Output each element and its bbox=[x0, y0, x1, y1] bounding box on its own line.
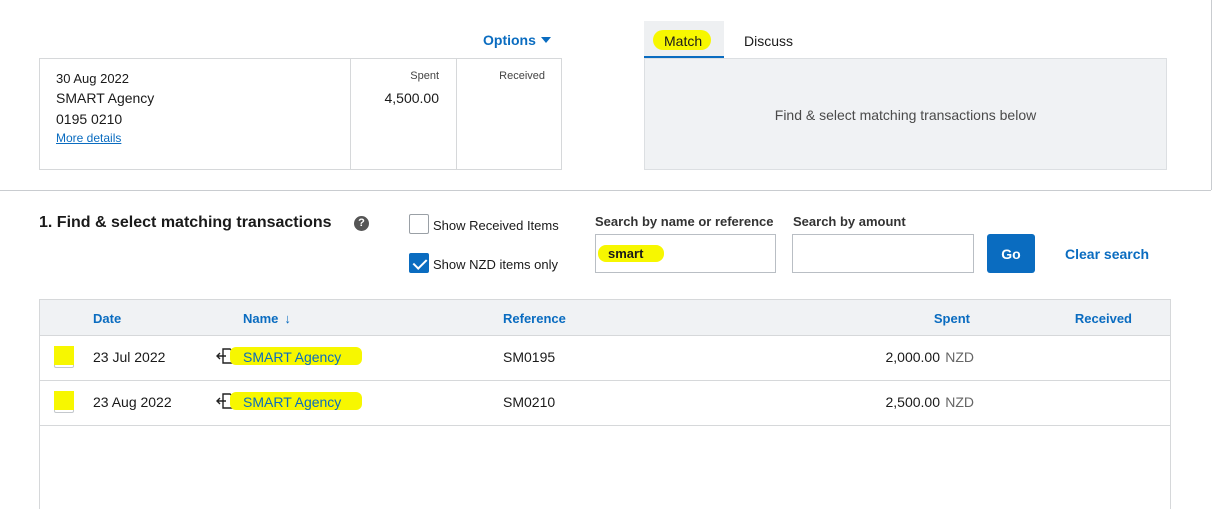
options-dropdown[interactable]: Options bbox=[483, 32, 551, 48]
tab-match[interactable]: Match bbox=[644, 21, 724, 58]
row-checkbox[interactable] bbox=[54, 346, 74, 368]
spent-label: Spent bbox=[410, 70, 439, 82]
row-name-link[interactable]: SMART Agency bbox=[243, 349, 341, 365]
row-spent: 2,500.00 bbox=[885, 394, 941, 410]
statement-date: 30 Aug 2022 bbox=[56, 71, 130, 86]
row-date: 23 Aug 2022 bbox=[93, 394, 172, 410]
show-nzd-checkbox[interactable] bbox=[409, 253, 429, 273]
show-nzd-label[interactable]: Show NZD items only bbox=[433, 257, 558, 272]
row-currency: NZD bbox=[945, 349, 974, 365]
row-date: 23 Jul 2022 bbox=[93, 349, 166, 365]
show-received-label[interactable]: Show Received Items bbox=[433, 218, 559, 233]
highlight-mark bbox=[54, 391, 74, 410]
row-reference: SM0195 bbox=[503, 349, 556, 365]
find-section-title: 1. Find & select matching transactions bbox=[39, 214, 332, 231]
search-name-field[interactable] bbox=[595, 234, 776, 273]
caret-down-icon bbox=[540, 37, 551, 43]
statement-payee: SMART Agency bbox=[56, 90, 155, 106]
vertical-divider bbox=[1211, 0, 1212, 190]
spent-value: 4,500.00 bbox=[384, 90, 440, 106]
column-divider bbox=[456, 59, 457, 169]
sort-arrow-down-icon: ↓ bbox=[284, 311, 291, 326]
search-amount-field[interactable] bbox=[792, 234, 974, 273]
column-header-name[interactable]: Name ↓ bbox=[243, 311, 291, 326]
column-header-spent[interactable]: Spent bbox=[934, 311, 970, 326]
tab-discuss[interactable]: Discuss bbox=[744, 33, 793, 49]
row-reference: SM0210 bbox=[503, 394, 556, 410]
match-panel-message: Find & select matching transactions belo… bbox=[774, 107, 1037, 123]
search-name-input[interactable] bbox=[596, 235, 775, 272]
transactions-table: Date Name ↓ Reference Spent Received 23 J… bbox=[39, 299, 1171, 509]
table-row[interactable]: 23 Jul 2022 SMART Agency SM0195 2,000.00… bbox=[40, 336, 1170, 381]
more-details-link[interactable]: More details bbox=[56, 131, 121, 145]
clear-search-link[interactable]: Clear search bbox=[1065, 246, 1149, 262]
show-received-checkbox[interactable] bbox=[409, 214, 429, 234]
row-name-link[interactable]: SMART Agency bbox=[243, 394, 341, 410]
column-header-received[interactable]: Received bbox=[1075, 311, 1132, 326]
table-header: Date Name ↓ Reference Spent Received bbox=[40, 300, 1170, 336]
column-header-name-label: Name bbox=[243, 311, 279, 326]
column-header-reference[interactable]: Reference bbox=[503, 311, 566, 326]
search-name-label: Search by name or reference bbox=[595, 214, 774, 229]
search-amount-label: Search by amount bbox=[793, 214, 906, 229]
row-spent: 2,000.00 bbox=[885, 349, 941, 365]
section-divider bbox=[0, 190, 1211, 191]
row-checkbox[interactable] bbox=[54, 391, 74, 413]
tab-match-label: Match bbox=[664, 33, 703, 49]
statement-line-card: 30 Aug 2022 SMART Agency 0195 0210 More … bbox=[39, 58, 562, 170]
question-circle-icon[interactable]: ? bbox=[354, 216, 369, 231]
received-label: Received bbox=[499, 70, 545, 82]
column-divider bbox=[350, 59, 351, 169]
statement-account: 0195 0210 bbox=[56, 111, 123, 127]
row-currency: NZD bbox=[945, 394, 974, 410]
table-row[interactable]: 23 Aug 2022 SMART Agency SM0210 2,500.00… bbox=[40, 381, 1170, 426]
go-button[interactable]: Go bbox=[987, 234, 1035, 273]
search-amount-input[interactable] bbox=[793, 235, 973, 272]
options-label: Options bbox=[483, 32, 536, 48]
match-panel: Find & select matching transactions belo… bbox=[644, 58, 1167, 170]
highlight-mark bbox=[54, 346, 74, 365]
column-header-date[interactable]: Date bbox=[93, 311, 121, 326]
